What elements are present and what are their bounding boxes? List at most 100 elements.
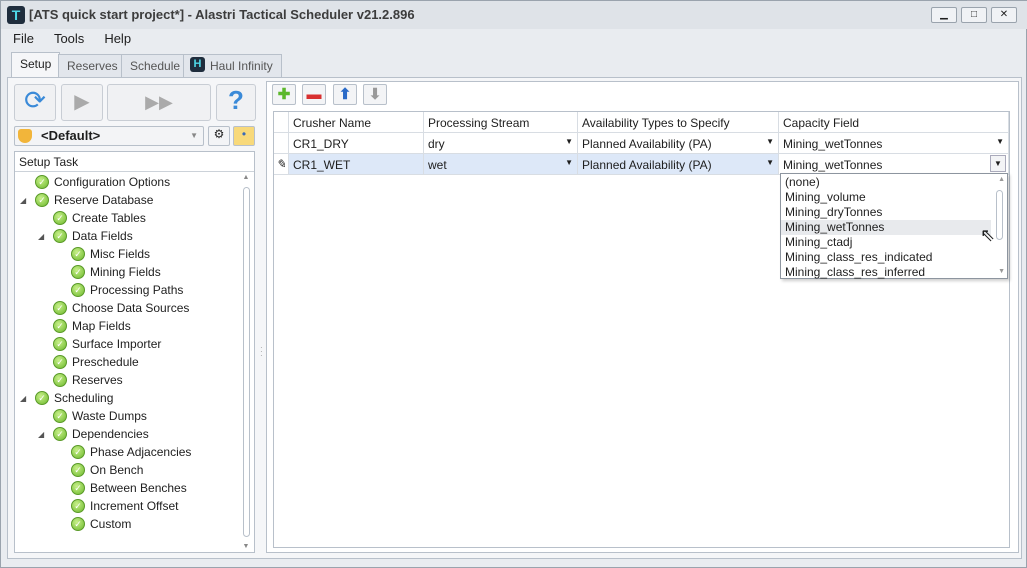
tree-item[interactable]: ✓ Surface Importer xyxy=(53,335,161,353)
expand-toggle-icon[interactable]: ◢ xyxy=(38,232,44,241)
chevron-down-icon: ▼ xyxy=(190,131,198,140)
dropdown-option[interactable]: Mining_dryTonnes xyxy=(781,205,991,220)
run-button[interactable]: ▶ xyxy=(61,84,103,121)
minus-icon: ▬ xyxy=(306,86,322,103)
grid-cell[interactable]: wet ▼ xyxy=(424,154,578,175)
chevron-down-icon[interactable]: ▼ xyxy=(996,137,1004,146)
tree-item-label: Dependencies xyxy=(72,427,149,441)
grid-cell[interactable]: dry ▼ xyxy=(424,133,578,154)
close-button[interactable]: ✕ xyxy=(991,7,1017,23)
chevron-down-icon[interactable]: ▼ xyxy=(766,137,774,146)
tree-item[interactable]: ✓ Processing Paths xyxy=(71,281,183,299)
grid-cell[interactable]: Mining_wetTonnes ▼ xyxy=(779,154,1009,175)
window-title: [ATS quick start project*] - Alastri Tac… xyxy=(29,7,415,22)
maximize-button[interactable]: □ xyxy=(961,7,987,23)
tree-item[interactable]: ✓ Reserves xyxy=(53,371,123,389)
scroll-thumb[interactable] xyxy=(242,187,250,537)
tree-item-label: Map Fields xyxy=(72,319,131,333)
grid-cell[interactable]: CR1_DRY xyxy=(289,133,424,154)
tree-header: Setup Task xyxy=(15,152,254,172)
grid-cell[interactable]: CR1_WET xyxy=(289,154,424,175)
profile-value: <Default> xyxy=(41,128,101,143)
check-icon: ✓ xyxy=(53,229,67,243)
tree-item[interactable]: ✓ Scheduling xyxy=(35,389,113,407)
tree-item[interactable]: ✓ Choose Data Sources xyxy=(53,299,189,317)
dropdown-option[interactable]: Mining_wetTonnes xyxy=(781,220,991,235)
chevron-down-icon[interactable]: ▼ xyxy=(565,158,573,167)
menu-help[interactable]: Help xyxy=(96,29,139,49)
plus-icon: ✚ xyxy=(277,86,291,103)
grid-cell[interactable]: Planned Availability (PA) ▼ xyxy=(578,154,779,175)
remove-row-button[interactable]: ▬ xyxy=(302,84,326,105)
tree-item[interactable]: ✓ On Bench xyxy=(71,461,143,479)
check-icon: ✓ xyxy=(53,211,67,225)
move-down-button[interactable]: ⬇ xyxy=(363,84,387,105)
expand-toggle-icon[interactable]: ◢ xyxy=(38,430,44,439)
help-button[interactable]: ? xyxy=(216,84,256,121)
tree-item-label: Custom xyxy=(90,517,132,531)
add-row-button[interactable]: ✚ xyxy=(272,84,296,105)
tree-item[interactable]: ✓ Configuration Options xyxy=(35,173,170,191)
tree-item[interactable]: ✓ Reserve Database xyxy=(35,191,153,209)
dropdown-option[interactable]: Mining_ctadj xyxy=(781,235,991,250)
grid-cell[interactable]: Mining_wetTonnes ▼ xyxy=(779,133,1009,154)
dropdown-button[interactable]: ▼ xyxy=(990,155,1006,172)
tree-item[interactable]: ✓ Phase Adjacencies xyxy=(71,443,191,461)
tree-item-label: Data Fields xyxy=(72,229,133,243)
profile-select[interactable]: <Default> ▼ xyxy=(14,126,204,146)
tree-item-label: Processing Paths xyxy=(90,283,184,297)
chevron-down-icon[interactable]: ▼ xyxy=(565,137,573,146)
tree-item-label: Waste Dumps xyxy=(72,409,147,423)
tree-item[interactable]: ✓ Between Benches xyxy=(71,479,187,497)
check-icon: ✓ xyxy=(53,337,67,351)
dropdown-option[interactable]: Mining_class_res_indicated xyxy=(781,250,991,265)
dropdown-option[interactable]: Mining_class_res_inferred xyxy=(781,265,991,280)
chevron-down-icon[interactable]: ▼ xyxy=(766,158,774,167)
move-up-button[interactable]: ⬆ xyxy=(333,84,357,105)
tree-scrollbar[interactable]: ▲ ▼ xyxy=(240,174,252,550)
column-header[interactable]: Processing Stream xyxy=(424,112,578,133)
grid-cell[interactable]: Planned Availability (PA) ▼ xyxy=(578,133,779,154)
menu-file[interactable]: File xyxy=(5,29,42,49)
tree-item[interactable]: ✓ Waste Dumps xyxy=(53,407,147,425)
tree-item[interactable]: ✓ Map Fields xyxy=(53,317,131,335)
help-icon: ? xyxy=(228,85,244,115)
run-all-button[interactable]: ▶▶ xyxy=(107,84,211,121)
check-icon: ✓ xyxy=(71,499,85,513)
dropdown-scroll-thumb[interactable] xyxy=(996,190,1003,240)
tab-reserves[interactable]: Reserves xyxy=(58,54,127,77)
tree-item[interactable]: ✓ Mining Fields xyxy=(71,263,161,281)
refresh-button[interactable]: ⟳ xyxy=(14,84,56,121)
row-indicator[interactable] xyxy=(274,133,289,154)
tab-setup[interactable]: Setup xyxy=(11,52,61,78)
column-header[interactable]: Crusher Name xyxy=(289,112,424,133)
expand-toggle-icon[interactable]: ◢ xyxy=(20,394,26,403)
tree-item-label: Reserve Database xyxy=(54,193,154,207)
app-logo-icon: T xyxy=(7,6,25,24)
tree-item[interactable]: ✓ Custom xyxy=(71,515,131,533)
tree-item[interactable]: ✓ Data Fields xyxy=(53,227,133,245)
tree-item[interactable]: ✓ Preschedule xyxy=(53,353,139,371)
dropdown-option[interactable]: Mining_volume xyxy=(781,190,991,205)
minimize-button[interactable]: ▁ xyxy=(931,7,957,23)
tree-item[interactable]: ✓ Increment Offset xyxy=(71,497,178,515)
tab-schedule[interactable]: Schedule xyxy=(121,54,190,77)
dropdown-option[interactable]: (none) xyxy=(781,175,991,190)
column-header[interactable]: Availability Types to Specify xyxy=(578,112,779,133)
expand-toggle-icon[interactable]: ◢ xyxy=(20,196,26,205)
notes-button[interactable]: • xyxy=(233,126,255,146)
row-indicator[interactable]: ✎ xyxy=(274,154,289,175)
tree-item-label: Preschedule xyxy=(72,355,139,369)
cell-value: Mining_wetTonnes xyxy=(783,158,883,172)
scroll-up-icon: ▲ xyxy=(242,174,250,181)
column-header[interactable]: Capacity Field xyxy=(779,112,1009,133)
arrow-up-icon: ⬆ xyxy=(338,86,352,103)
splitter-handle[interactable]: · · · xyxy=(260,344,263,360)
tree-item[interactable]: ✓ Dependencies xyxy=(53,425,149,443)
tree-item[interactable]: ✓ Misc Fields xyxy=(71,245,150,263)
check-icon: ✓ xyxy=(71,481,85,495)
capacity-field-dropdown: (none) Mining_volume Mining_dryTonnes Minin… xyxy=(780,173,1008,279)
tree-item[interactable]: ✓ Create Tables xyxy=(53,209,146,227)
settings-button[interactable]: ⚙ xyxy=(208,126,230,146)
menu-tools[interactable]: Tools xyxy=(46,29,92,49)
